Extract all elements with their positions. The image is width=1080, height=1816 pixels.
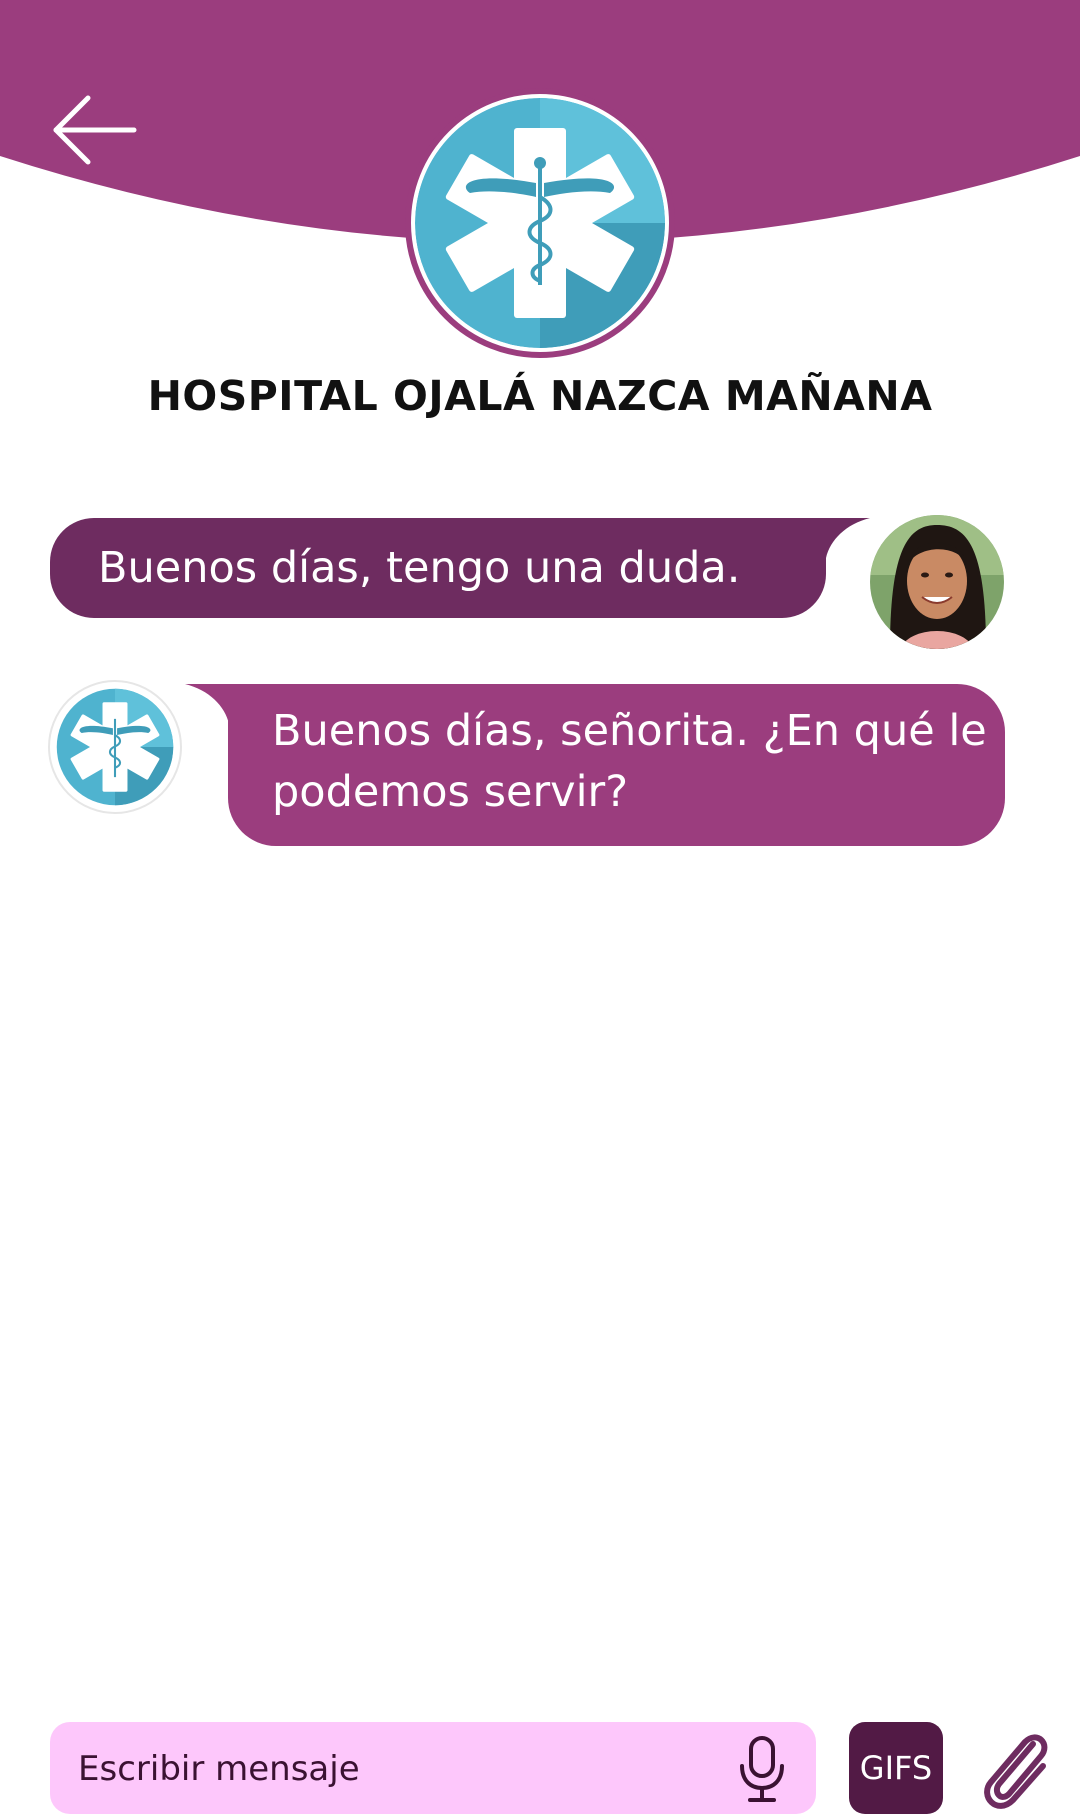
user-photo: [870, 515, 1004, 649]
message-input[interactable]: [78, 1744, 678, 1794]
hospital-logo-avatar[interactable]: [48, 680, 182, 814]
back-button[interactable]: [50, 90, 140, 170]
star-of-life-caduceus-icon: [56, 688, 174, 806]
user-message-text: Buenos días, tengo una duda.: [98, 543, 741, 593]
hospital-logo: [405, 88, 675, 358]
microphone-icon: [740, 1736, 784, 1802]
attach-button[interactable]: [975, 1722, 1055, 1814]
microphone-button[interactable]: [732, 1734, 792, 1804]
user-bubble-tail: [820, 518, 870, 558]
user-avatar[interactable]: [870, 515, 1004, 649]
gifs-label: GIFS: [859, 1749, 933, 1787]
user-message-bubble: Buenos días, tengo una duda.: [50, 518, 826, 618]
hospital-message-bubble: Buenos días, señorita. ¿En qué le podemo…: [228, 684, 1005, 846]
arrow-left-icon: [53, 95, 137, 165]
paperclip-icon: [984, 1734, 1048, 1809]
message-composer: [50, 1722, 816, 1814]
hospital-name: HOSPITAL OJALÁ NAZCA MAÑANA: [147, 372, 933, 420]
star-of-life-caduceus-icon: [415, 98, 665, 348]
gifs-button[interactable]: GIFS: [849, 1722, 943, 1814]
hospital-message-text: Buenos días, señorita. ¿En qué le podemo…: [272, 706, 987, 817]
